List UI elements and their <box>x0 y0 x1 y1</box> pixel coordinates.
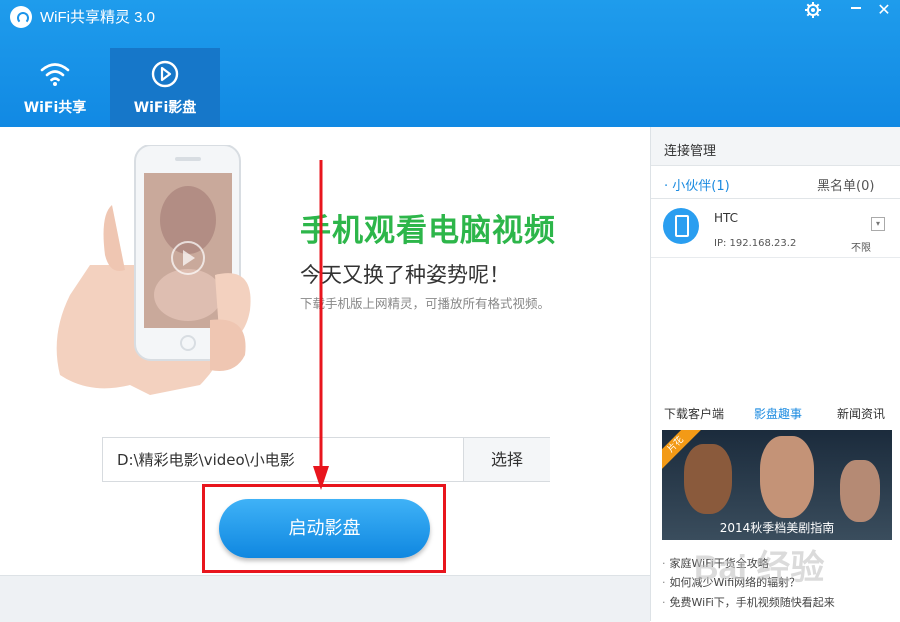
device-limit: 不限 <box>851 243 871 254</box>
annotation-highlight-box <box>202 484 446 573</box>
sidebar-title: 连接管理 <box>664 144 717 159</box>
tab-wifi-disk[interactable]: WiFi影盘 <box>110 48 220 127</box>
tab-friends[interactable]: · 小伙伴(1) <box>664 175 730 194</box>
banner-face <box>684 444 732 514</box>
tab-wifi-share[interactable]: WiFi共享 <box>0 48 110 127</box>
device-ip: IP: 192.168.23.2 <box>714 238 797 249</box>
watermark: Bai 经验 <box>694 549 825 587</box>
banner-face <box>760 436 814 518</box>
close-button[interactable]: ✕ <box>871 0 897 22</box>
hero-subtitle: 今天又换了种姿势呢！ <box>300 263 510 287</box>
news-item[interactable]: 免费WiFi下，手机视频随快看起来 <box>662 594 835 610</box>
tab-disk-fun[interactable]: 影盘趣事 <box>754 405 802 422</box>
path-selector: 选择 <box>102 437 550 482</box>
tab-friends-label: 小伙伴(1) <box>672 179 730 194</box>
chevron-down-icon[interactable]: ▾ <box>871 217 885 231</box>
app-window: WiFi共享精灵 3.0 ✕ WiFi共享 WiFi影盘 手机观看电脑视频 今天… <box>0 0 900 622</box>
minimize-button[interactable] <box>843 0 869 22</box>
tab-download-client[interactable]: 下载客户端 <box>664 405 724 422</box>
tab-label: WiFi共享 <box>23 100 87 116</box>
banner-caption: 2014秋季档美剧指南 <box>719 521 835 535</box>
wifi-icon <box>40 63 70 86</box>
title-bar: WiFi共享精灵 3.0 ✕ WiFi共享 WiFi影盘 <box>0 0 900 127</box>
path-input[interactable] <box>103 438 465 481</box>
choose-button[interactable]: 选择 <box>463 438 550 481</box>
device-row[interactable]: HTC IP: 192.168.23.2 ▾ 不限 <box>651 199 900 258</box>
sidebar-header: 连接管理 <box>651 127 900 166</box>
hero-title: 手机观看电脑视频 <box>300 213 556 249</box>
app-logo-icon <box>10 6 32 28</box>
tab-blacklist[interactable]: 黑名单(0) <box>817 175 874 194</box>
app-title: WiFi共享精灵 3.0 <box>40 9 156 26</box>
device-name: HTC <box>714 211 739 225</box>
friend-tabs: · 小伙伴(1) 黑名单(0) <box>651 166 900 199</box>
gear-icon[interactable] <box>800 0 826 22</box>
phone-icon <box>663 208 699 244</box>
tab-label: WiFi影盘 <box>133 100 197 116</box>
news-tabs: 下载客户端 影盘趣事 新闻资讯 <box>651 397 900 427</box>
hero-description: 下载手机版上网精灵，可播放所有格式视频。 <box>300 296 551 311</box>
status-footer <box>0 575 650 622</box>
play-circle-icon <box>151 60 179 88</box>
banner-face <box>840 460 880 522</box>
phone-in-hand-illustration <box>56 145 251 395</box>
promo-banner[interactable]: 片花 2014秋季档美剧指南 <box>662 430 892 540</box>
tab-news[interactable]: 新闻资讯 <box>837 405 885 422</box>
